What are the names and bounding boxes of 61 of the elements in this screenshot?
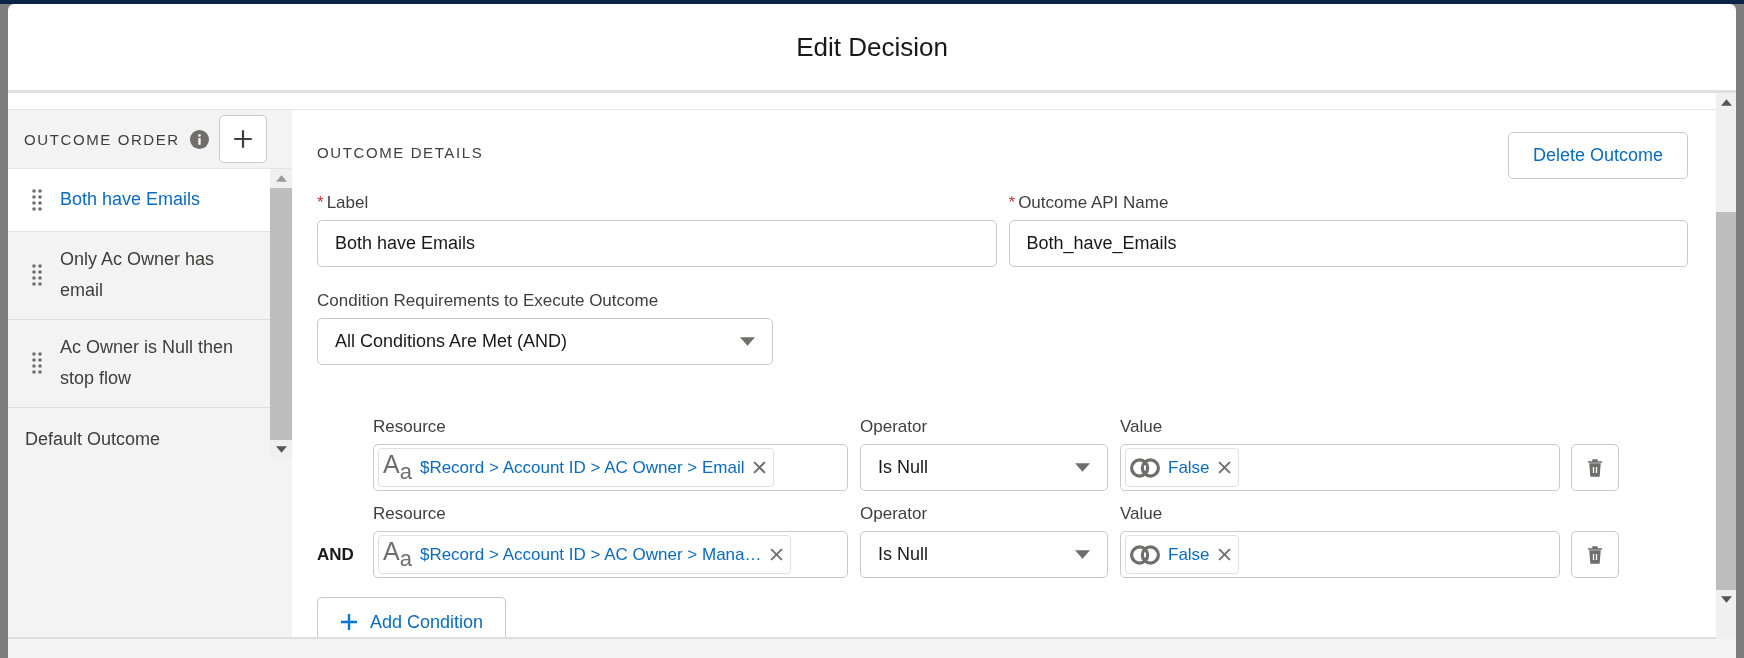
caret-icon [1075,463,1090,472]
section-heading: OUTCOME DETAILS [317,144,484,161]
remove-icon[interactable] [1217,548,1231,561]
scroll-up-icon[interactable] [1720,99,1732,106]
delete-outcome-button[interactable]: Delete Outcome [1507,132,1688,179]
text-type-icon: A$_{a}$ [383,539,412,570]
value-field[interactable]: False [1120,531,1560,578]
boolean-icon [1130,543,1160,566]
resource-path: $Record > Account ID > AC Owner > Email [419,457,745,478]
field-label: Condition Requirements to Execute Outcome [317,291,659,310]
label-input-field[interactable]: Both have Emails [317,220,997,267]
scroll-down-icon[interactable] [1720,596,1732,603]
trash-icon [1587,458,1603,477]
resource-pill[interactable]: A$_{a}$ $Record > Account ID > AC Owner > Email [378,448,774,487]
drag-handle-icon[interactable] [32,264,42,286]
required-asterisk: * [1008,193,1016,212]
value-text: False [1168,457,1210,478]
plus-icon [340,613,358,631]
field-label: Operator [860,504,929,524]
add-condition-button[interactable]: Add Condition [317,597,507,637]
field-label: Outcome API Name [1018,193,1169,212]
field-label: Resource [373,504,447,524]
value-text: False [1168,544,1210,565]
caret-icon [740,337,755,346]
field-label: Resource [373,417,447,437]
field-label: Value [1120,417,1164,437]
drag-handle-icon[interactable] [32,352,42,374]
delete-condition-button[interactable] [1571,444,1619,491]
resource-field[interactable]: A$_{a}$ $Record > Account ID > AC Owner > Mana… [373,531,848,578]
value-pill[interactable]: False [1125,535,1239,574]
text-type-icon: A$_{a}$ [383,452,412,483]
trash-icon [1587,545,1603,564]
field-label: Value [1120,504,1164,524]
caret-icon [1075,550,1090,559]
scrollbar[interactable] [1716,93,1736,639]
condition-requirements-dropdown[interactable]: All Conditions Are Met (AND) [317,318,773,365]
value-field[interactable]: False [1120,444,1560,491]
field-label: Label [326,193,369,212]
remove-icon[interactable] [752,461,766,474]
add-outcome-button[interactable] [218,115,267,163]
info-icon[interactable] [189,129,209,149]
resource-pill[interactable]: A$_{a}$ $Record > Account ID > AC Owner > Mana… [378,535,791,574]
value-pill[interactable]: False [1125,448,1239,487]
drag-handle-icon[interactable] [32,188,42,211]
delete-condition-button[interactable] [1571,531,1619,578]
field-label: Operator [860,417,929,437]
operator-dropdown[interactable]: Is Null [860,444,1108,491]
api-name-input-field[interactable]: Both_have_Emails [1008,220,1688,267]
window-title: Edit Decision [796,31,948,63]
remove-icon[interactable] [769,548,783,561]
remove-icon[interactable] [1217,461,1231,474]
section-heading: OUTCOME ORDER [24,130,180,148]
boolean-icon [1130,456,1160,479]
resource-path: $Record > Account ID > AC Owner > Mana… [419,544,762,565]
scroll-down-icon[interactable] [275,446,287,453]
operator-dropdown[interactable]: Is Null [860,531,1108,578]
resource-field[interactable]: A$_{a}$ $Record > Account ID > AC Owner > Email [373,444,848,491]
outcome-list-item[interactable]: Both have Emails [8,169,270,232]
plus-icon [231,128,254,150]
required-asterisk: * [317,193,324,212]
logic-connector: AND [317,544,354,565]
